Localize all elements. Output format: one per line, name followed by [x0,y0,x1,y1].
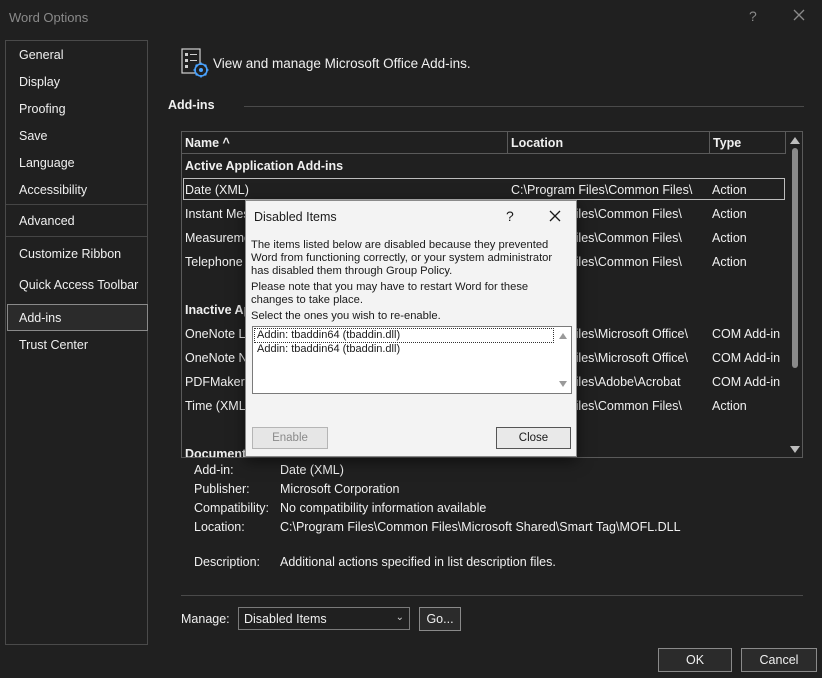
detail-value-compatibility: No compatibility information available [280,501,487,515]
list-item[interactable]: Addin: tbaddin64 (tbaddin.dll) [255,343,400,356]
sidebar-divider [6,236,147,237]
manage-divider [181,595,803,596]
title-bar: Word Options ? [0,0,822,34]
column-header-type[interactable]: Type [710,132,786,154]
sidebar: General Display Proofing Save Language A… [5,40,148,645]
group-header-inactive: Inactive Ap [185,303,252,317]
sidebar-divider [6,204,147,205]
table-row-type[interactable]: COM Add-in [712,327,780,341]
table-row-name[interactable]: Date (XML) [185,183,249,197]
sidebar-item-advanced[interactable]: Advanced [19,214,75,228]
sidebar-item-general[interactable]: General [19,48,63,62]
dialog-instruction: Select the ones you wish to re-enable. [251,310,441,322]
detail-label-description: Description: [194,555,260,569]
detail-value-location: C:\Program Files\Common Files\Microsoft … [280,520,681,534]
detail-value-addin: Date (XML) [280,463,344,477]
scroll-up-icon[interactable] [790,137,800,144]
scroll-up-icon[interactable] [559,333,567,339]
manage-label: Manage: [181,612,230,626]
table-scrollbar[interactable] [787,132,802,457]
go-button[interactable]: Go... [419,607,461,631]
table-row-name[interactable]: Measureme [185,231,251,245]
table-row-type[interactable]: COM Add-in [712,351,780,365]
detail-label-compatibility: Compatibility: [194,501,270,515]
dialog-explanation: The items listed below are disabled beca… [251,239,553,277]
section-divider [244,106,804,107]
table-row-name[interactable]: OneNote N [185,351,248,365]
table-row-type[interactable]: Action [712,231,747,245]
sidebar-item-trust-center[interactable]: Trust Center [19,338,88,352]
sidebar-item-customize-ribbon[interactable]: Customize Ribbon [19,247,121,261]
close-icon[interactable] [791,7,807,23]
table-row-location[interactable]: Files\Common Files\ [568,255,682,269]
group-header-document: Document [185,447,247,458]
page-header: View and manage Microsoft Office Add-ins… [213,56,471,71]
column-header-location[interactable]: Location [508,132,710,154]
manage-dropdown[interactable]: Disabled Items ⌄ [238,607,410,630]
help-button[interactable]: ? [749,8,757,24]
table-row-location[interactable]: Files\Adobe\Acrobat [568,375,681,389]
detail-label-addin: Add-in: [194,463,234,477]
table-row-name[interactable]: OneNote Li [185,327,248,341]
sidebar-item-save[interactable]: Save [19,129,48,143]
table-row-type[interactable]: Action [712,255,747,269]
dialog-restart-note: Please note that you may have to restart… [251,281,529,306]
table-row-location[interactable]: Files\Microsoft Office\ [568,351,688,365]
addin-settings-icon [181,48,209,78]
detail-value-description: Additional actions specified in list des… [280,555,556,569]
detail-label-location: Location: [194,520,245,534]
manage-dropdown-value: Disabled Items [244,612,327,626]
disabled-items-list[interactable]: Addin: tbaddin64 (tbaddin.dll) Addin: tb… [252,326,572,394]
table-row-location[interactable]: Files\Common Files\ [568,231,682,245]
table-row-name[interactable]: Instant Mes [185,207,250,221]
dialog-close-button[interactable]: Close [496,427,571,449]
sidebar-item-quick-access-toolbar[interactable]: Quick Access Toolbar [19,278,138,292]
scroll-down-icon[interactable] [559,381,567,387]
scroll-down-icon[interactable] [790,446,800,453]
enable-button[interactable]: Enable [252,427,328,449]
close-icon[interactable] [548,209,562,223]
table-row-type[interactable]: COM Add-in [712,375,780,389]
detail-value-publisher: Microsoft Corporation [280,482,400,496]
dialog-title: Disabled Items [254,210,337,224]
table-row-location[interactable]: Files\Microsoft Office\ [568,327,688,341]
section-title: Add-ins [168,98,215,112]
table-row-location[interactable]: Files\Common Files\ [568,207,682,221]
ok-button[interactable]: OK [658,648,732,672]
cancel-button[interactable]: Cancel [741,648,817,672]
list-scrollbar[interactable] [555,327,571,393]
sidebar-item-proofing[interactable]: Proofing [19,102,66,116]
table-row-location[interactable]: Files\Common Files\ [568,399,682,413]
table-row-type[interactable]: Action [712,183,747,197]
selected-row-highlight[interactable] [183,178,785,200]
disabled-items-dialog: Disabled Items ? The items listed below … [245,200,577,457]
window-title: Word Options [9,10,89,25]
sidebar-item-display[interactable]: Display [19,75,60,89]
table-row-name[interactable]: Telephone [185,255,243,269]
sidebar-item-add-ins[interactable]: Add-ins [19,311,61,325]
group-header-active: Active Application Add-ins [185,159,344,173]
table-row-name[interactable]: Time (XML) [185,399,250,413]
chevron-down-icon: ⌄ [395,612,404,623]
list-item[interactable]: Addin: tbaddin64 (tbaddin.dll) [254,328,554,343]
sidebar-item-language[interactable]: Language [19,156,75,170]
table-row-type[interactable]: Action [712,399,747,413]
dialog-help-button[interactable]: ? [506,208,514,224]
sidebar-item-accessibility[interactable]: Accessibility [19,183,87,197]
column-header-name[interactable]: Name ^ [182,132,508,154]
detail-label-publisher: Publisher: [194,482,250,496]
scrollbar-thumb[interactable] [792,148,798,368]
table-row-type[interactable]: Action [712,207,747,221]
table-row-location[interactable]: C:\Program Files\Common Files\ [511,183,692,197]
